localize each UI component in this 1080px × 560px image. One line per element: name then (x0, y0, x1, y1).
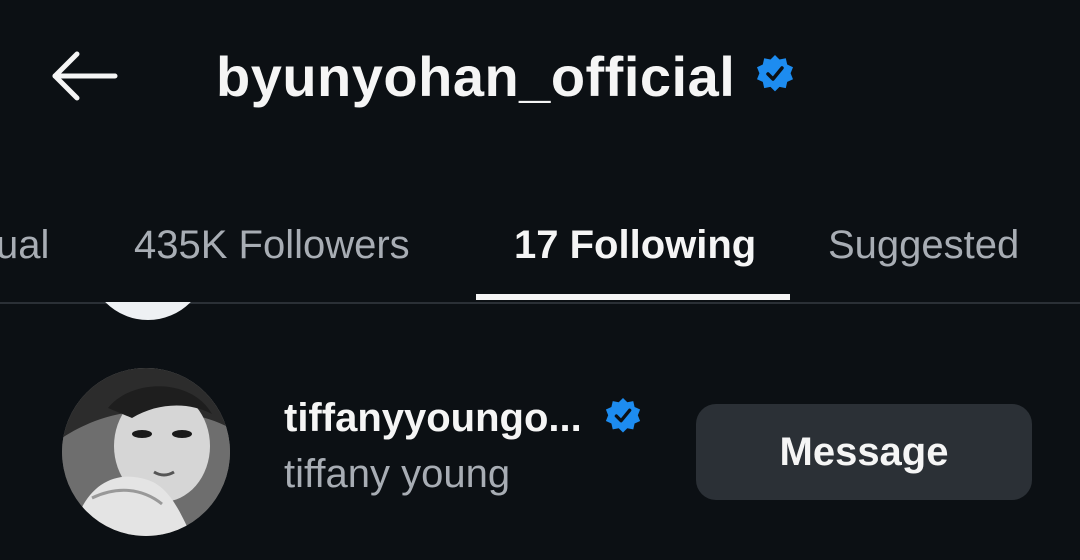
message-button[interactable]: Message (696, 404, 1032, 500)
tab-bar: ual 435K Followers 17 Following Suggeste… (0, 190, 1080, 304)
following-screen: byunyohan_official ual 435K Followers 17… (0, 0, 1080, 560)
tab-suggested[interactable]: Suggested (828, 190, 1019, 300)
arrow-left-icon (52, 51, 118, 101)
tab-mutual[interactable]: ual (0, 190, 49, 300)
active-tab-indicator (476, 294, 790, 300)
back-button[interactable] (48, 46, 120, 106)
avatar[interactable] (62, 368, 230, 536)
list-item-username-row[interactable]: tiffanyyoungo... (284, 396, 642, 441)
list-item-full-name: tiffany young (284, 452, 511, 496)
profile-username: byunyohan_official (216, 44, 736, 108)
list-item-username[interactable]: tiffanyyoungo... (284, 396, 582, 441)
verified-badge-icon (604, 397, 642, 440)
tab-followers[interactable]: 435K Followers (134, 190, 410, 300)
page-title: byunyohan_official (216, 36, 795, 116)
verified-badge-icon (755, 54, 795, 99)
tab-following[interactable]: 17 Following (514, 190, 756, 300)
